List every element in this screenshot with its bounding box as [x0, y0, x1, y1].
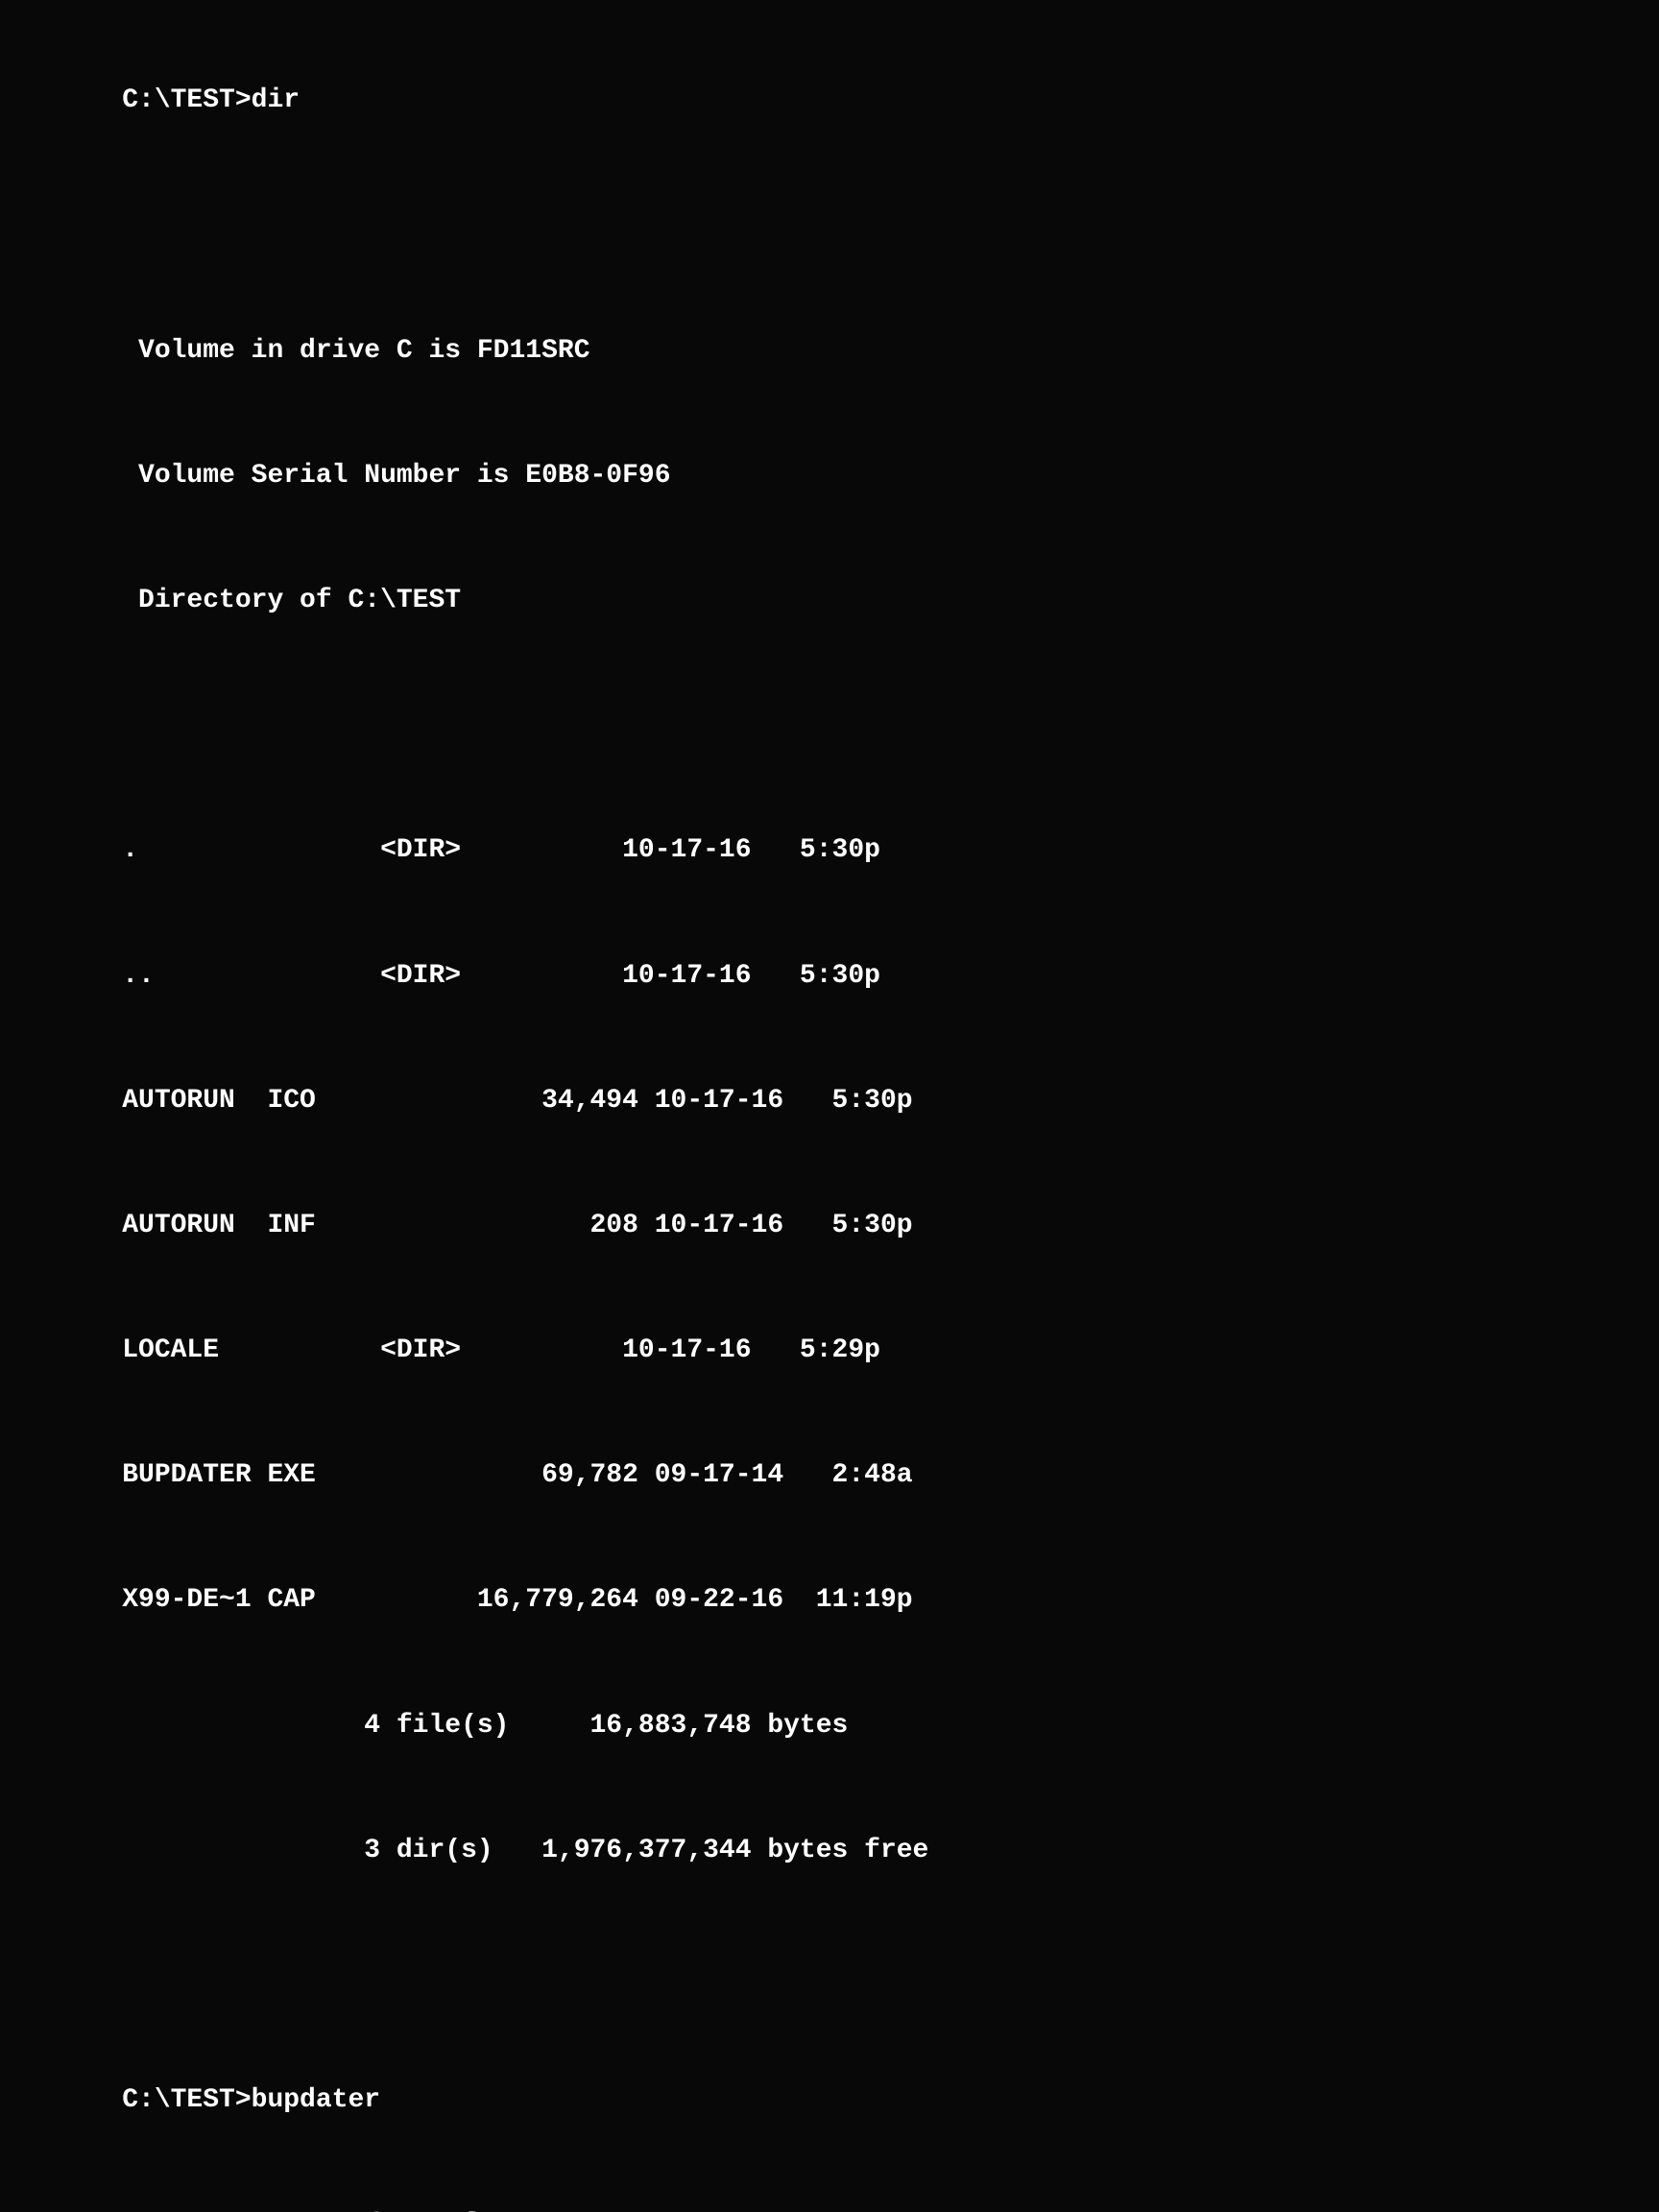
terminal-line-1: C:\TEST>dir — [122, 85, 300, 115]
terminal-line-8: .. <DIR> 10-17-16 5:30p — [122, 961, 880, 991]
terminal-line-14: 4 file(s) 16,883,748 bytes — [122, 1711, 848, 1741]
terminal-output: C:\TEST>dir Volume in drive C is FD11SRC… — [0, 0, 1659, 2212]
terminal-line-11: LOCALE <DIR> 10-17-16 5:29p — [122, 1335, 880, 1365]
terminal-line-18: ASUSTeK BIOS Updater for DOS V1.31 [2014… — [122, 2210, 880, 2212]
terminal-line-13: X99-DE~1 CAP 16,779,264 09-22-16 11:19p — [122, 1585, 912, 1615]
terminal-line-10: AUTORUN INF 208 10-17-16 5:30p — [122, 1211, 912, 1240]
terminal-line-9: AUTORUN ICO 34,494 10-17-16 5:30p — [122, 1086, 912, 1116]
terminal-line-12: BUPDATER EXE 69,782 09-17-14 2:48a — [122, 1460, 912, 1490]
screen: C:\TEST>dir Volume in drive C is FD11SRC… — [0, 0, 1659, 1106]
terminal-line-4: Volume Serial Number is E0B8-0F96 — [122, 461, 670, 491]
terminal-line-7: . <DIR> 10-17-16 5:30p — [122, 835, 880, 865]
terminal-line-5: Directory of C:\TEST — [122, 586, 461, 615]
terminal-line-15: 3 dir(s) 1,976,377,344 bytes free — [122, 1836, 928, 1865]
terminal-line-17: C:\TEST>bupdater — [122, 2085, 380, 2115]
terminal-line-3: Volume in drive C is FD11SRC — [122, 336, 589, 366]
